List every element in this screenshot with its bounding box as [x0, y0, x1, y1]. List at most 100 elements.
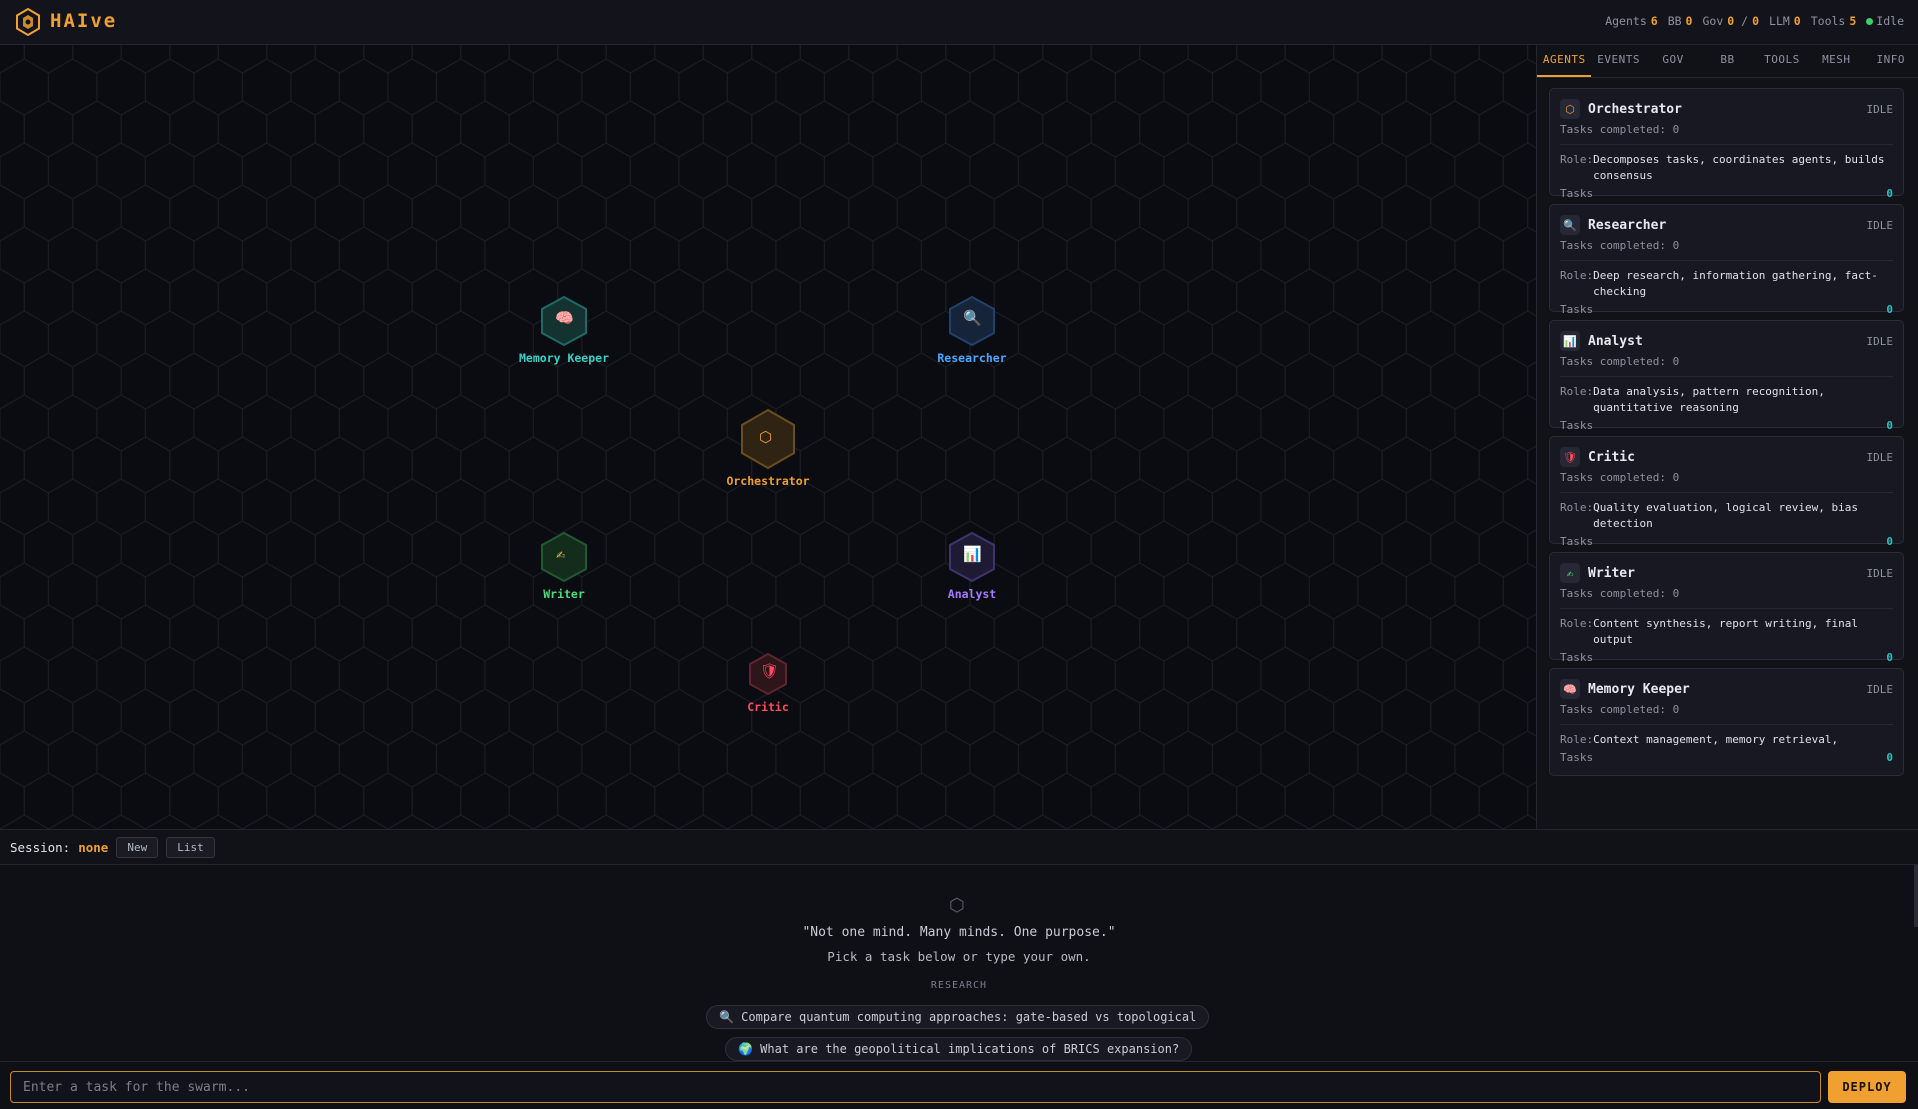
- hex-cell: [1308, 730, 1359, 788]
- hex-cell: [1478, 100, 1529, 158]
- hex-cell: [363, 520, 413, 578]
- hex-cell: [1430, 604, 1480, 662]
- welcome-scrollbar[interactable]: [1914, 865, 1918, 927]
- agent-card-critic[interactable]: 🛡 Critic IDLE Tasks completed: 0 Role: Qual…: [1549, 436, 1904, 548]
- hex-cell: [290, 226, 341, 284]
- agent-card-writer[interactable]: ✍ Writer IDLE Tasks completed: 0 Role: Cont…: [1549, 552, 1904, 664]
- hex-cell: [1090, 436, 1141, 494]
- hex-cell: [0, 814, 50, 829]
- hex-cell: [581, 394, 632, 452]
- agent-card-orchestrator[interactable]: ⬡ Orchestrator IDLE Tasks completed: 0 Rol…: [1549, 88, 1904, 200]
- hex-cell: [1284, 604, 1335, 662]
- hex-cell: [387, 646, 438, 704]
- hex-cell: [1163, 310, 1214, 368]
- node-researcher[interactable]: 🔍 Researcher: [922, 295, 1022, 365]
- node-critic[interactable]: 🛡 Critic: [718, 652, 818, 714]
- task-input[interactable]: [10, 1071, 1821, 1103]
- hex-cell: [144, 226, 195, 284]
- hex-cell: [726, 730, 777, 788]
- hex-cell: [629, 478, 680, 536]
- hex-cell: [1017, 730, 1068, 788]
- agent-status: IDLE: [1866, 334, 1894, 348]
- hex-cell: [169, 100, 219, 158]
- hex-cell: [23, 184, 74, 242]
- hex-cell: [581, 814, 632, 829]
- agent-status: IDLE: [1866, 102, 1894, 116]
- hex-cell: [460, 436, 510, 494]
- hex-cell: [120, 604, 171, 662]
- hex-cell: [1114, 58, 1165, 116]
- hex-cell: [993, 45, 1044, 74]
- hex-cell: [678, 142, 729, 200]
- node-orchestrator[interactable]: ⬡ Orchestrator: [718, 408, 818, 488]
- hex-cell: [823, 58, 874, 116]
- hex-cell: [1211, 646, 1262, 704]
- agent-card-researcher[interactable]: 🔍 Researcher IDLE Tasks completed: 0 Role:…: [1549, 204, 1904, 316]
- node-analyst[interactable]: 📊 Analyst: [922, 531, 1022, 601]
- hex-cell: [241, 730, 292, 788]
- agent-card-memory-keeper[interactable]: 🧠 Memory Keeper IDLE Tasks completed: 0 Ro…: [1549, 668, 1904, 776]
- gov-stat-label: Gov: [1702, 14, 1724, 28]
- deploy-button[interactable]: DEPLOY: [1828, 1071, 1906, 1103]
- hex-cell: [266, 100, 316, 158]
- hex-cell: [1430, 45, 1480, 74]
- hex-cell: [1430, 520, 1480, 578]
- hex-cell: [1527, 277, 1536, 317]
- suggestion-chip-quantum[interactable]: 🔍 Compare quantum computing approaches: …: [706, 1005, 1210, 1029]
- hex-cell: [1163, 58, 1214, 116]
- hex-cell: [1478, 772, 1529, 829]
- hex-cell: [1260, 142, 1311, 200]
- swarm-canvas[interactable]: 🧠 Memory Keeper 🔍 Researcher ⬡ Orchestra…: [0, 45, 1536, 829]
- hex-cell: [1114, 730, 1165, 788]
- tab-info[interactable]: INFO: [1864, 45, 1918, 77]
- hex-cell: [1430, 184, 1480, 242]
- hex-cell: [96, 562, 147, 620]
- hex-cell: [969, 142, 1020, 200]
- hex-cell: [0, 142, 50, 200]
- node-writer[interactable]: ✍ Writer: [514, 531, 614, 601]
- hex-cell: [993, 100, 1044, 158]
- hex-cell: [1333, 604, 1383, 662]
- hex-cell: [144, 814, 195, 829]
- hex-cell: [1066, 394, 1117, 452]
- hex-cell: [1454, 814, 1505, 829]
- hex-cell: [290, 58, 341, 116]
- hex-cell: [169, 688, 219, 746]
- hex-cell: [848, 45, 898, 74]
- hex-cell: [0, 352, 25, 410]
- tab-mesh[interactable]: MESH: [1809, 45, 1863, 77]
- hex-cell: [1502, 394, 1536, 452]
- role-text: Decomposes tasks, coordinates agents, bu…: [1593, 153, 1885, 182]
- new-session-button[interactable]: New: [116, 836, 159, 858]
- hex-cell: [1090, 604, 1141, 662]
- hex-cell: [920, 814, 971, 829]
- hex-cell: [435, 814, 486, 829]
- hex-cell: [314, 352, 365, 410]
- hex-cell: [363, 772, 413, 829]
- hex-cell: [508, 772, 559, 829]
- tab-bb[interactable]: BB: [1700, 45, 1754, 77]
- hex-cell: [72, 436, 122, 494]
- hex-cell: [72, 772, 122, 829]
- role-text: Content synthesis, report writing, final…: [1593, 617, 1859, 646]
- tab-gov[interactable]: GOV: [1646, 45, 1700, 77]
- list-sessions-button[interactable]: List: [166, 836, 215, 858]
- hex-cell: [0, 604, 25, 662]
- hex-cell: [338, 142, 389, 200]
- tab-events[interactable]: EVENTS: [1591, 45, 1645, 77]
- hex-cell: [144, 562, 195, 620]
- suggestion-chip-brics[interactable]: 🌍 What are the geopolitical implications…: [725, 1037, 1193, 1061]
- hex-cell: [1357, 730, 1408, 788]
- hex-cell: [0, 436, 25, 494]
- node-memory-keeper[interactable]: 🧠 Memory Keeper: [514, 295, 614, 365]
- task-input-bar: DEPLOY: [0, 1061, 1918, 1109]
- hex-cell: [460, 772, 510, 829]
- hex-cell: [678, 562, 729, 620]
- tab-agents[interactable]: AGENTS: [1537, 45, 1592, 77]
- hex-cell: [1017, 478, 1068, 536]
- hex-cell: [1260, 226, 1311, 284]
- hex-cell: [217, 436, 268, 494]
- agent-card-analyst[interactable]: 📊 Analyst IDLE Tasks completed: 0 Role: Dat…: [1549, 320, 1904, 432]
- hex-cell: [1090, 772, 1141, 829]
- tab-tools[interactable]: TOOLS: [1755, 45, 1809, 77]
